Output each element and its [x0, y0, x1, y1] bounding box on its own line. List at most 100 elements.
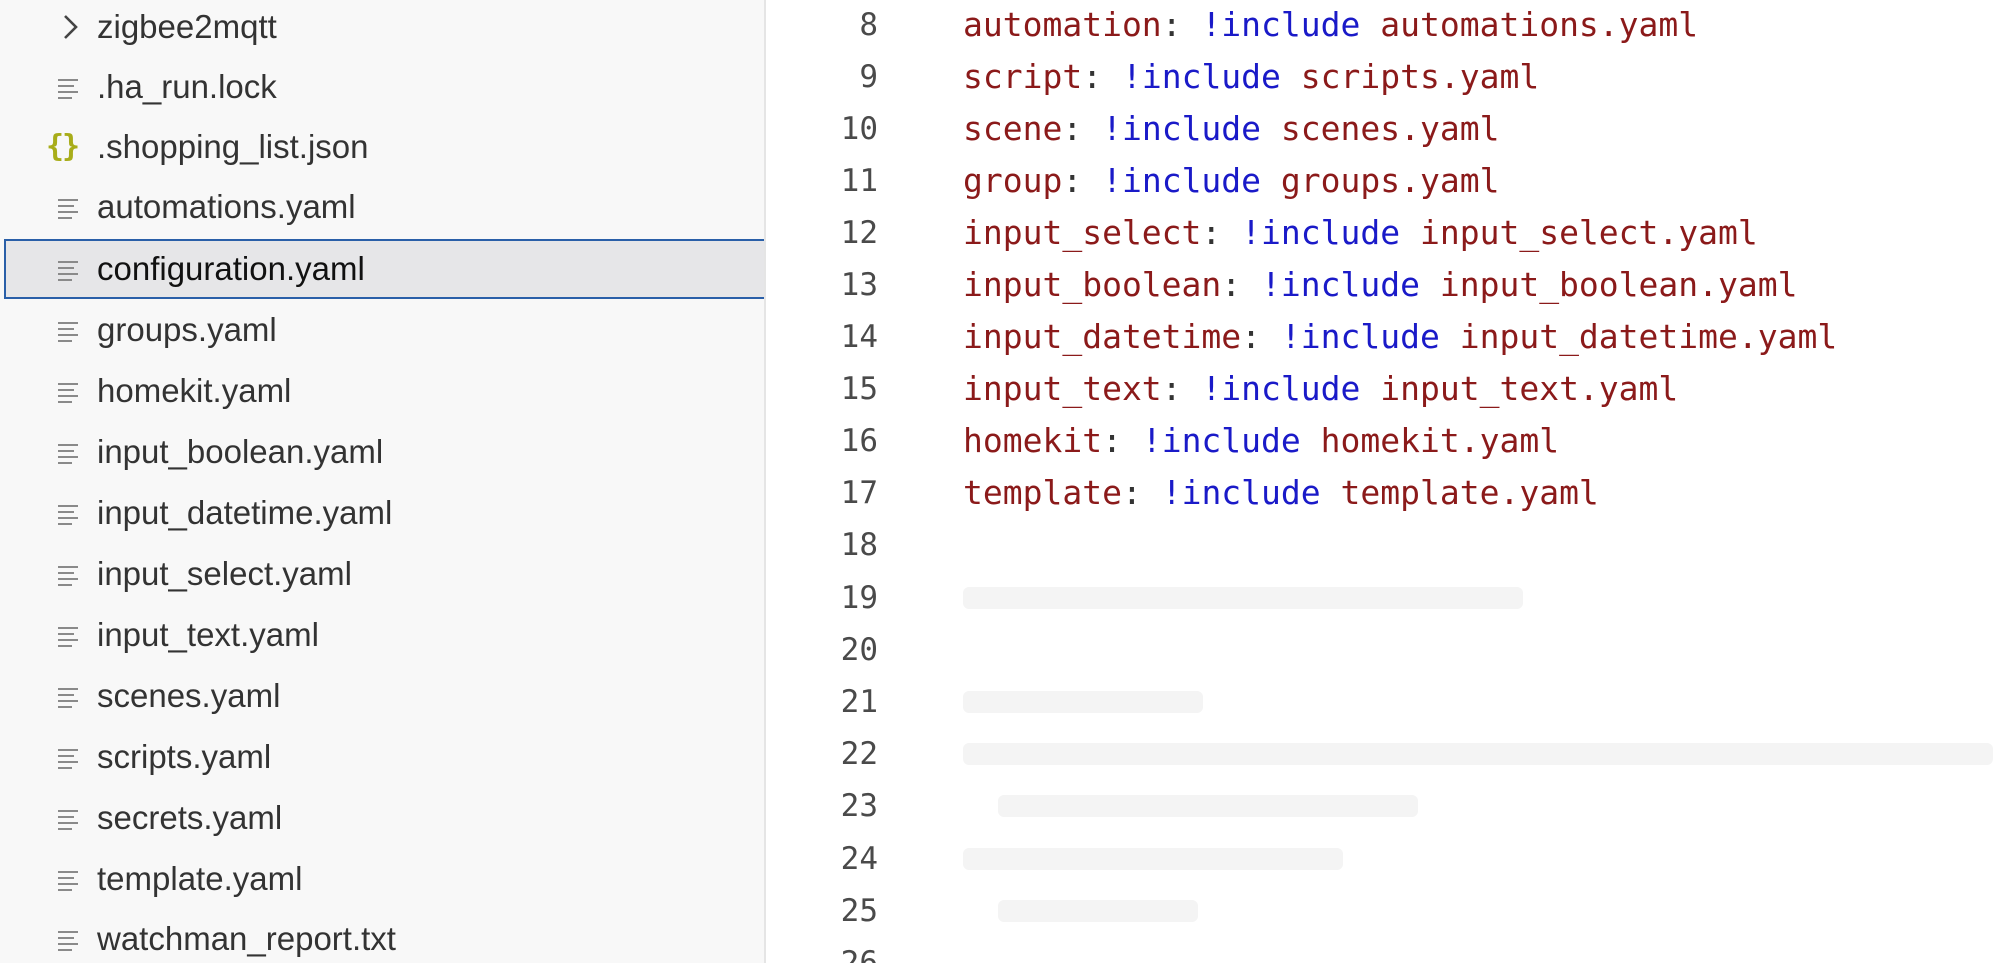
code-line[interactable]: 25 — [768, 885, 2000, 937]
yaml-tag: !include — [1201, 369, 1361, 408]
file-item-automations-yaml[interactable]: automations.yaml — [4, 177, 764, 237]
file-lines-icon — [58, 261, 80, 281]
file-item-shopping-list-json[interactable]: {} .shopping_list.json — [4, 117, 764, 177]
file-item-secrets-yaml[interactable]: secrets.yaml — [4, 788, 764, 848]
code-line[interactable]: 20 — [768, 624, 2000, 676]
yaml-tag: !include — [1102, 109, 1262, 148]
code-line[interactable]: 23 — [768, 780, 2000, 832]
code-line[interactable]: 24 — [768, 833, 2000, 885]
code-line[interactable]: 22 — [768, 728, 2000, 780]
code-text: input_text: !include input_text.yaml — [963, 363, 1678, 415]
file-lines-icon — [58, 79, 80, 99]
line-number: 18 — [840, 527, 878, 563]
yaml-value: input_datetime.yaml — [1439, 317, 1838, 356]
file-item-configuration-yaml[interactable]: configuration.yaml — [4, 239, 764, 299]
code-line[interactable]: 17 template: !include template.yaml — [768, 467, 2000, 519]
code-editor[interactable]: 8 automation: !include automations.yaml … — [768, 0, 2000, 963]
code-line[interactable]: 11 group: !include groups.yaml — [768, 155, 2000, 207]
code-line[interactable]: 14 input_datetime: !include input_dateti… — [768, 311, 2000, 363]
file-lines-icon — [58, 444, 80, 464]
file-item-groups-yaml[interactable]: groups.yaml — [4, 300, 764, 360]
code-line[interactable]: 21 — [768, 676, 2000, 728]
yaml-tag: !include — [1102, 161, 1262, 200]
file-item-label: input_datetime.yaml — [97, 494, 393, 531]
code-text: homekit: !include homekit.yaml — [963, 415, 1559, 467]
yaml-tag: !include — [1261, 265, 1420, 304]
file-item-template-yaml[interactable]: template.yaml — [4, 849, 764, 909]
yaml-tag: !include — [1161, 473, 1321, 512]
file-item-label: watchman_report.txt — [97, 920, 396, 957]
yaml-tag: !include — [1141, 421, 1301, 460]
code-line[interactable]: 9 script: !include scripts.yaml — [768, 51, 2000, 103]
file-item-input-select-yaml[interactable]: input_select.yaml — [4, 544, 764, 604]
line-number: 12 — [840, 215, 878, 251]
code-line[interactable]: 26 — [768, 937, 2000, 963]
file-lines-icon — [58, 322, 80, 342]
file-item-scripts-yaml[interactable]: scripts.yaml — [4, 727, 764, 787]
yaml-colon: : — [1062, 109, 1103, 148]
json-braces-icon: {} — [46, 129, 80, 164]
code-text: scene: !include scenes.yaml — [963, 103, 1499, 155]
yaml-colon: : — [1121, 473, 1162, 512]
yaml-colon: : — [1161, 369, 1202, 408]
file-lines-icon — [58, 871, 80, 891]
code-text: automation: !include automations.yaml — [963, 0, 1698, 51]
line-number: 15 — [840, 371, 878, 407]
line-number: 14 — [840, 319, 878, 355]
file-lines-icon — [58, 688, 80, 708]
line-number: 21 — [840, 684, 878, 720]
line-number: 17 — [840, 475, 878, 511]
file-item-input-text-yaml[interactable]: input_text.yaml — [4, 605, 764, 665]
line-number: 8 — [859, 7, 878, 43]
code-line[interactable]: 10 scene: !include scenes.yaml — [768, 103, 2000, 155]
code-line[interactable]: 13 input_boolean: !include input_boolean… — [768, 259, 2000, 311]
code-line[interactable]: 15 input_text: !include input_text.yaml — [768, 363, 2000, 415]
code-text: input_datetime: !include input_datetime.… — [963, 311, 1837, 363]
file-lines-icon — [58, 810, 80, 830]
yaml-value: input_select.yaml — [1400, 213, 1758, 252]
line-number: 20 — [840, 632, 878, 668]
file-item-label: secrets.yaml — [97, 799, 283, 836]
file-item-ha-run-lock[interactable]: .ha_run.lock — [4, 57, 764, 117]
yaml-tag: !include — [1121, 57, 1281, 96]
chevron-right-icon[interactable] — [60, 13, 82, 41]
line-number: 13 — [840, 267, 878, 303]
yaml-tag: !include — [1201, 5, 1361, 44]
file-item-input-datetime-yaml[interactable]: input_datetime.yaml — [4, 483, 764, 543]
file-item-watchman-report-txt[interactable]: watchman_report.txt — [4, 909, 764, 963]
yaml-value: homekit.yaml — [1300, 421, 1560, 460]
yaml-value: input_text.yaml — [1360, 369, 1679, 408]
file-item-label: input_text.yaml — [97, 616, 319, 653]
yaml-value: scenes.yaml — [1261, 109, 1500, 148]
yaml-key: automation — [963, 5, 1162, 44]
file-explorer: zigbee2mqtt .ha_run.lock {} .shopping_li… — [0, 0, 766, 963]
file-item-scenes-yaml[interactable]: scenes.yaml — [4, 666, 764, 726]
yaml-colon: : — [1241, 317, 1281, 356]
file-item-label: scripts.yaml — [97, 738, 272, 775]
line-number: 19 — [840, 580, 878, 616]
yaml-colon: : — [1082, 57, 1122, 96]
code-line[interactable]: 18 — [768, 519, 2000, 571]
file-item-homekit-yaml[interactable]: homekit.yaml — [4, 361, 764, 421]
yaml-value: automations.yaml — [1360, 5, 1699, 44]
code-line[interactable]: 16 homekit: !include homekit.yaml — [768, 415, 2000, 467]
obscured-code — [963, 848, 1343, 870]
yaml-key: input_text — [963, 369, 1162, 408]
code-line[interactable]: 8 automation: !include automations.yaml — [768, 0, 2000, 51]
file-item-input-boolean-yaml[interactable]: input_boolean.yaml — [4, 422, 764, 482]
yaml-key: input_datetime — [963, 317, 1242, 356]
yaml-value: input_boolean.yaml — [1419, 265, 1798, 304]
code-line[interactable]: 12 input_select: !include input_select.y… — [768, 207, 2000, 259]
yaml-key: input_select — [963, 213, 1202, 252]
file-lines-icon — [58, 383, 80, 403]
folder-item-zigbee2mqtt[interactable]: zigbee2mqtt — [4, 0, 764, 57]
yaml-colon: : — [1201, 213, 1242, 252]
yaml-colon: : — [1062, 161, 1103, 200]
file-item-label: .ha_run.lock — [97, 68, 277, 105]
line-number: 16 — [840, 423, 878, 459]
yaml-key: input_boolean — [963, 265, 1222, 304]
file-lines-icon — [58, 749, 80, 769]
file-lines-icon — [58, 199, 80, 219]
yaml-value: scripts.yaml — [1280, 57, 1540, 96]
code-line[interactable]: 19 — [768, 572, 2000, 624]
